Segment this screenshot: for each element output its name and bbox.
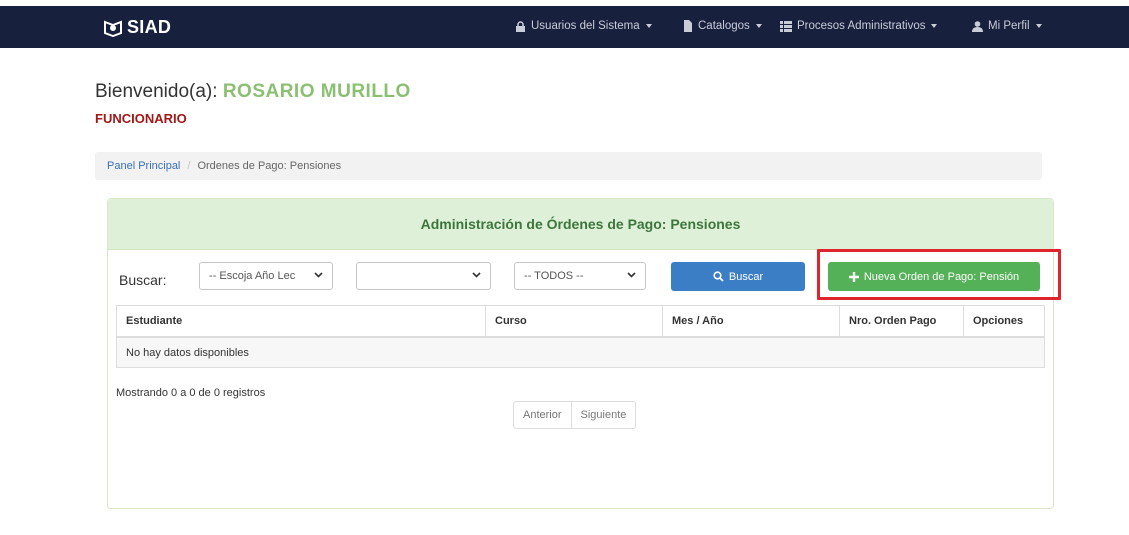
column-header[interactable]: Estudiante [117, 306, 486, 336]
nav-label: Mi Perfil [988, 20, 1030, 32]
user-name: ROSARIO MURILLO [222, 81, 411, 102]
prev-page-button[interactable]: Anterior [514, 402, 572, 428]
siad-logo-icon [104, 20, 122, 37]
column-header[interactable]: Opciones [964, 306, 1044, 336]
buscar-label: Buscar [728, 270, 764, 283]
caret-down-icon [1035, 24, 1042, 28]
nav-procesos-administrativos[interactable]: Procesos Administrativos [780, 20, 938, 32]
nav-catalogos[interactable]: Catalogos [683, 20, 762, 32]
user-role: FUNCIONARIO [95, 111, 187, 126]
search-icon [713, 271, 724, 282]
nav-label: Procesos Administrativos [797, 20, 926, 32]
status-select[interactable]: -- TODOS -- [514, 262, 646, 290]
breadcrumb-home-link[interactable]: Panel Principal [107, 160, 180, 172]
year-select[interactable]: -- Escoja Año Lec [199, 262, 333, 290]
ordenes-table: Estudiante Curso Mes / Año Nro. Orden Pa… [116, 305, 1045, 368]
chevron-down-icon [314, 272, 323, 278]
nav-label: Usuarios del Sistema [531, 20, 640, 32]
nav-mi-perfil[interactable]: Mi Perfil [972, 20, 1042, 32]
breadcrumb-current: Ordenes de Pago: Pensiones [197, 160, 342, 172]
column-header[interactable]: Nro. Orden Pago [840, 306, 964, 336]
search-label: Buscar: [119, 272, 167, 288]
highlight-box [817, 249, 1061, 300]
brand[interactable]: SIAD [103, 17, 171, 38]
empty-row: No hay datos disponibles [117, 338, 1044, 367]
welcome-heading: Bienvenido(a): ROSARIO MURILLO [95, 81, 411, 103]
records-info: Mostrando 0 a 0 de 0 registros [116, 387, 266, 399]
brand-name: SIAD [127, 17, 172, 37]
lock-icon [516, 20, 525, 32]
ordenes-panel: Administración de Órdenes de Pago: Pensi… [107, 198, 1061, 509]
course-select[interactable] [356, 262, 491, 290]
welcome-prefix: Bienvenido(a): [95, 81, 218, 102]
year-select-value: -- Escoja Año Lec [209, 270, 296, 282]
breadcrumb: Panel Principal / Ordenes de Pago: Pensi… [95, 152, 1042, 180]
caret-down-icon [931, 24, 938, 28]
chevron-down-icon [472, 272, 481, 278]
panel-title: Administración de Órdenes de Pago: Pensi… [108, 199, 1053, 250]
column-header[interactable]: Curso [486, 306, 663, 336]
list-icon [780, 20, 792, 32]
file-icon [684, 20, 692, 32]
chevron-down-icon [627, 272, 636, 278]
caret-down-icon [645, 24, 652, 28]
caret-down-icon [755, 24, 762, 28]
table-header: Estudiante Curso Mes / Año Nro. Orden Pa… [117, 306, 1044, 338]
nav-label: Catalogos [698, 20, 750, 32]
buscar-button[interactable]: Buscar [671, 262, 805, 291]
status-select-value: -- TODOS -- [524, 270, 584, 282]
nav-usuarios-del-sistema[interactable]: Usuarios del Sistema [515, 20, 652, 32]
next-page-button[interactable]: Siguiente [572, 402, 636, 428]
breadcrumb-separator: / [187, 160, 191, 172]
top-navbar: SIAD Usuarios del Sistema Catalogos Proc… [0, 6, 1129, 48]
user-icon [972, 20, 983, 32]
pagination: Anterior Siguiente [513, 401, 637, 429]
column-header[interactable]: Mes / Año [663, 306, 840, 336]
